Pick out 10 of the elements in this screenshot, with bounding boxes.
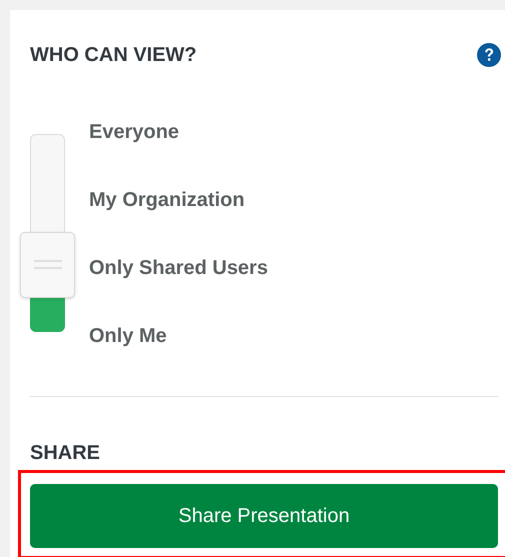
- section-title: WHO CAN VIEW?: [30, 44, 197, 66]
- help-icon[interactable]: [477, 43, 501, 67]
- slider[interactable]: [20, 134, 75, 332]
- share-button[interactable]: Share Presentation: [30, 484, 498, 548]
- option-label[interactable]: Everyone: [89, 119, 268, 146]
- option-label[interactable]: Only Shared Users: [89, 255, 268, 282]
- option-label[interactable]: My Organization: [89, 187, 268, 214]
- section-title: SHARE: [30, 442, 102, 465]
- slider-thumb[interactable]: [20, 232, 75, 298]
- option-label[interactable]: Only Me: [89, 323, 268, 350]
